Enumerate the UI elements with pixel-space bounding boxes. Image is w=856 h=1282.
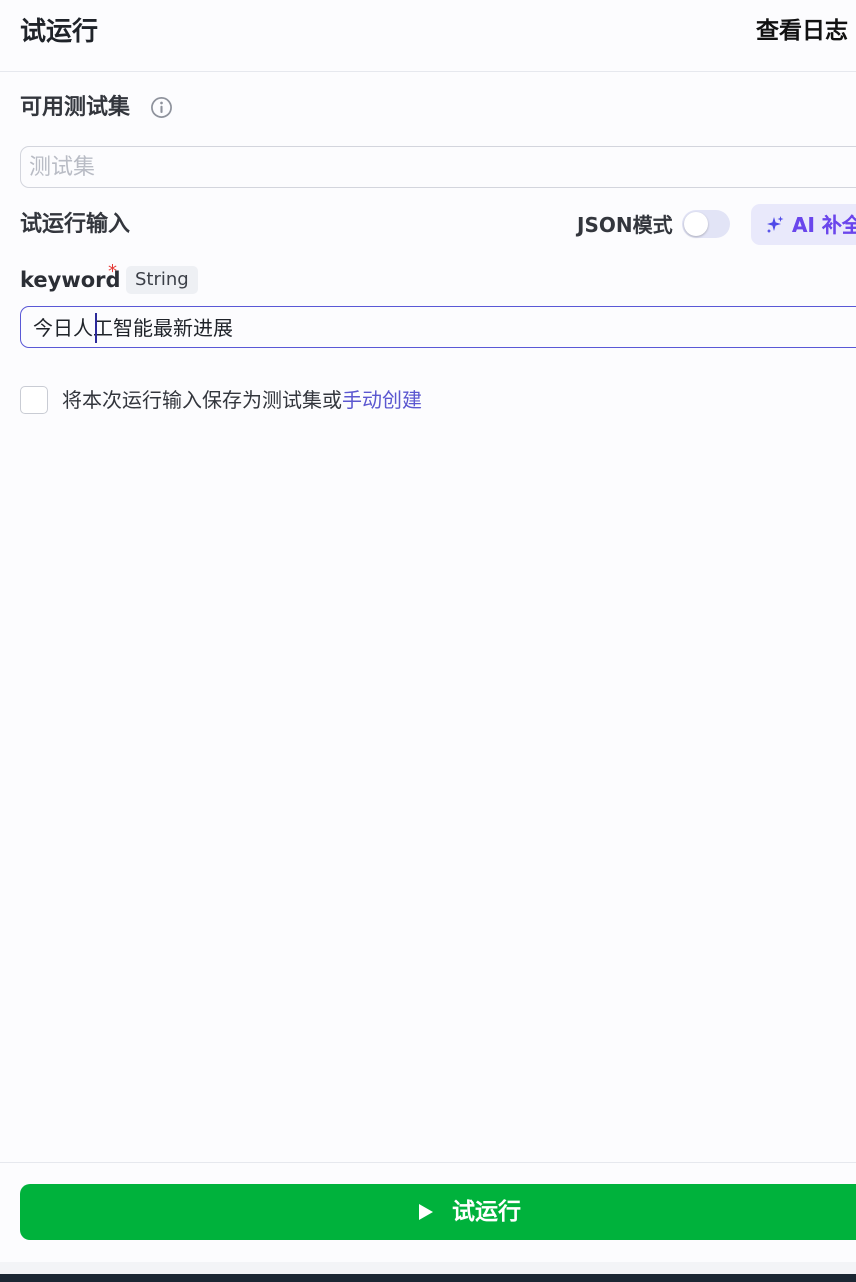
taskbar-edge (0, 1274, 856, 1282)
save-as-testset-text: 将本次运行输入保存为测试集或 (62, 388, 342, 412)
json-mode-label: JSON模式 (577, 213, 673, 237)
testset-placeholder: 测试集 (29, 155, 96, 180)
manual-create-link[interactable]: 手动创建 (342, 388, 422, 412)
ai-complete-button[interactable]: AI 补全 (751, 204, 856, 245)
testset-select[interactable]: 测试集 (20, 146, 856, 188)
required-marker: * (108, 261, 117, 282)
ai-complete-label: AI 补全 (792, 210, 856, 240)
view-log-button[interactable]: 查看日志 (756, 14, 848, 48)
testset-label: 可用测试集 (20, 95, 131, 120)
test-run-panel: 试运行 查看日志 可用测试集 测试集 试运行输入 JSON模式 AI 补全 ke… (0, 0, 856, 1282)
text-caret (95, 313, 97, 343)
run-input-label: 试运行输入 (20, 212, 131, 237)
type-badge: String (126, 266, 198, 294)
run-button-label: 试运行 (452, 1199, 521, 1225)
save-as-testset-checkbox[interactable] (20, 386, 48, 414)
play-icon (419, 1204, 433, 1220)
panel-header: 试运行 查看日志 (0, 0, 856, 72)
json-mode-toggle[interactable] (682, 210, 730, 238)
run-button[interactable]: 试运行 (20, 1184, 856, 1240)
sparkle-icon (767, 216, 784, 233)
save-as-testset-label: 将本次运行输入保存为测试集或手动创建 (62, 386, 422, 414)
toggle-knob (684, 212, 708, 236)
keyword-input[interactable]: 今日人工智能最新进展 (20, 306, 856, 348)
keyword-input-value: 今日人工智能最新进展 (33, 316, 233, 340)
info-icon[interactable] (150, 96, 173, 119)
panel-title: 试运行 (20, 17, 99, 47)
field-name-keyword: keyword (20, 268, 121, 292)
